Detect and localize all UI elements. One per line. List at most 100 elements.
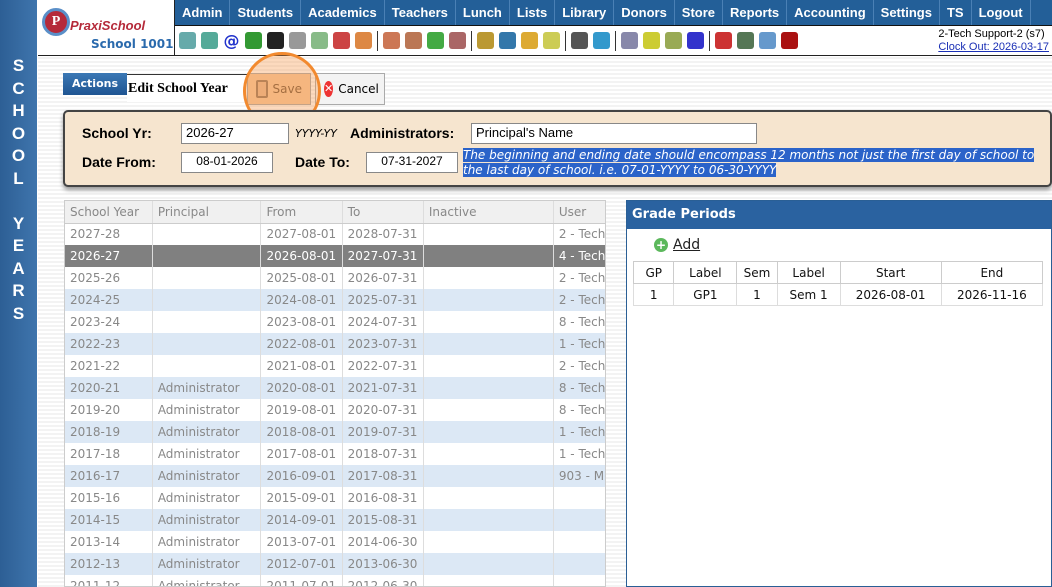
megaphone-icon[interactable] — [355, 32, 372, 49]
table-cell — [423, 509, 554, 531]
table-row[interactable]: 2023-24 2023-08-012024-07-31 8 - Tech S — [65, 311, 605, 333]
column-header[interactable]: Inactive — [423, 201, 554, 224]
nav-accounting[interactable]: Accounting — [787, 0, 874, 25]
search-icon[interactable] — [179, 32, 196, 49]
nav-admin[interactable]: Admin — [175, 0, 231, 25]
burger-icon[interactable] — [477, 32, 494, 49]
column-header[interactable]: From — [260, 201, 343, 224]
table-row[interactable]: 2019-20 Administrator 2019-08-01 2020-07-31… — [65, 399, 605, 421]
printer-icon[interactable] — [665, 32, 682, 49]
pdf-icon[interactable] — [715, 32, 732, 49]
table-row[interactable]: 2022-23 2022-08-012023-07-31 1 - Tech S — [65, 333, 605, 355]
gp-column-header[interactable]: Start — [839, 261, 942, 284]
clock-icon[interactable] — [593, 32, 610, 49]
nav-store[interactable]: Store — [675, 0, 724, 25]
book-icon[interactable] — [499, 32, 516, 49]
table-cell: 2022-23 — [65, 333, 153, 355]
table-row[interactable]: 2026-27 2026-08-012027-07-31 4 - Tech S — [65, 245, 605, 267]
table-cell: 2014-06-30 — [342, 531, 424, 553]
card-icon[interactable] — [643, 32, 660, 49]
table-cell: 2013-06-30 — [342, 553, 424, 575]
table-cell: 2027-07-31 — [342, 245, 424, 267]
user-info: 2-Tech Support-2 (s7) Clock Out: 2026-03… — [938, 28, 1049, 54]
sidebar-letter: S — [12, 56, 25, 75]
add-grade-period-link[interactable]: + Add — [654, 237, 700, 253]
calendar-icon[interactable] — [333, 32, 350, 49]
gp-column-header[interactable]: Label — [776, 261, 841, 284]
grade-periods-title: Grade Periods — [627, 201, 1051, 229]
table-cell: 2 - Tech S — [553, 267, 605, 289]
gp-column-header[interactable]: Label — [673, 261, 738, 284]
gp-column-header[interactable]: Sem — [736, 261, 778, 284]
column-header[interactable]: Principal — [152, 201, 262, 224]
sidebar-letter: S — [12, 303, 25, 323]
table-row[interactable]: 2021-22 2021-08-012022-07-31 2 - Tech S — [65, 355, 605, 377]
table-row[interactable]: 2015-16 Administrator 2015-09-01 2016-08-31 — [65, 487, 605, 509]
export-icon[interactable] — [543, 32, 560, 49]
chat-icon[interactable] — [245, 32, 262, 49]
table-cell: 2023-24 — [65, 311, 153, 333]
table-cell: 2020-08-01 — [260, 377, 343, 399]
register-icon[interactable] — [737, 32, 754, 49]
phone-icon[interactable] — [267, 32, 284, 49]
nav-library[interactable]: Library — [555, 0, 615, 25]
nav-logout[interactable]: Logout — [972, 0, 1031, 25]
table-row[interactable]: 2011-12 Administrator 2011-07-01 2012-06-30 — [65, 575, 605, 586]
table-row[interactable]: 2016-17 Administrator 2016-09-01 2017-08-31… — [65, 465, 605, 487]
money-icon[interactable] — [427, 32, 444, 49]
help-icon[interactable] — [759, 32, 776, 49]
table-row[interactable]: 2018-19 Administrator 2018-08-01 2019-07-31… — [65, 421, 605, 443]
nav-lunch[interactable]: Lunch — [456, 0, 510, 25]
logo[interactable]: P PraxiSchool School 1001 — [38, 0, 175, 56]
teacher-icon[interactable] — [405, 32, 422, 49]
actions-tab[interactable]: Actions — [63, 73, 127, 95]
logo-icon: P — [42, 8, 70, 36]
gp-row[interactable]: 1 GP1 1 Sem 1 2026-08-01 2026-11-16 — [632, 283, 1044, 306]
ap-icon[interactable] — [687, 32, 704, 49]
add-teacher-icon[interactable] — [383, 32, 400, 49]
nav-ts[interactable]: TS — [940, 0, 972, 25]
cancel-button[interactable]: ✕ Cancel — [315, 73, 385, 105]
manager-icon[interactable] — [571, 32, 588, 49]
table-cell: Administrator — [152, 377, 262, 399]
gp-column-header[interactable]: GP — [632, 261, 675, 284]
calendar-grid-icon[interactable] — [311, 32, 328, 49]
speaker-icon[interactable] — [289, 32, 306, 49]
table-cell — [553, 575, 605, 586]
table-row[interactable]: 2024-25 2024-08-012025-07-31 2 - Tech S — [65, 289, 605, 311]
table-cell: 2015-08-31 — [342, 509, 424, 531]
table-icon[interactable] — [621, 32, 638, 49]
table-row[interactable]: 2014-15 Administrator 2014-09-01 2015-08-31 — [65, 509, 605, 531]
clock-out-link[interactable]: Clock Out: 2026-03-17 — [938, 41, 1049, 54]
gp-column-header[interactable]: End — [940, 261, 1044, 284]
table-row[interactable]: 2017-18 Administrator 2017-08-01 2018-07-31… — [65, 443, 605, 465]
people-icon[interactable] — [449, 32, 466, 49]
toolbar-separator — [471, 30, 472, 51]
nav-students[interactable]: Students — [230, 0, 302, 25]
date-to-input[interactable]: 07-31-2027 — [366, 152, 458, 173]
nav-donors[interactable]: Donors — [614, 0, 675, 25]
admins-input[interactable]: Principal's Name — [471, 123, 757, 144]
column-header[interactable]: School Year — [65, 201, 153, 224]
date-from-input[interactable]: 08-01-2026 — [181, 152, 273, 173]
table-cell: 1 - Tech S — [553, 443, 605, 465]
table-row[interactable]: 2025-26 2025-08-012026-07-31 2 - Tech S — [65, 267, 605, 289]
column-header[interactable]: User — [553, 201, 605, 224]
nav-academics[interactable]: Academics — [301, 0, 385, 25]
school-yr-input[interactable]: 2026-27 — [181, 123, 289, 144]
grid-icon[interactable] — [201, 32, 218, 49]
column-header[interactable]: To — [342, 201, 424, 224]
gp-cell: Sem 1 — [776, 283, 841, 306]
nav-settings[interactable]: Settings — [874, 0, 940, 25]
bell-icon[interactable] — [521, 32, 538, 49]
table-row[interactable]: 2013-14 Administrator 2013-07-01 2014-06-30 — [65, 531, 605, 553]
at-icon[interactable]: @ — [223, 32, 240, 49]
nav-lists[interactable]: Lists — [510, 0, 556, 25]
power-icon[interactable] — [781, 32, 798, 49]
table-row[interactable]: 2020-21 Administrator 2020-08-01 2021-07-31… — [65, 377, 605, 399]
nav-teachers[interactable]: Teachers — [385, 0, 456, 25]
table-row[interactable]: 2027-28 2027-08-012028-07-31 2 - Tech S — [65, 223, 605, 245]
nav-reports[interactable]: Reports — [723, 0, 788, 25]
sidebar-letter: O — [11, 123, 26, 143]
table-row[interactable]: 2012-13 Administrator 2012-07-01 2013-06-30 — [65, 553, 605, 575]
